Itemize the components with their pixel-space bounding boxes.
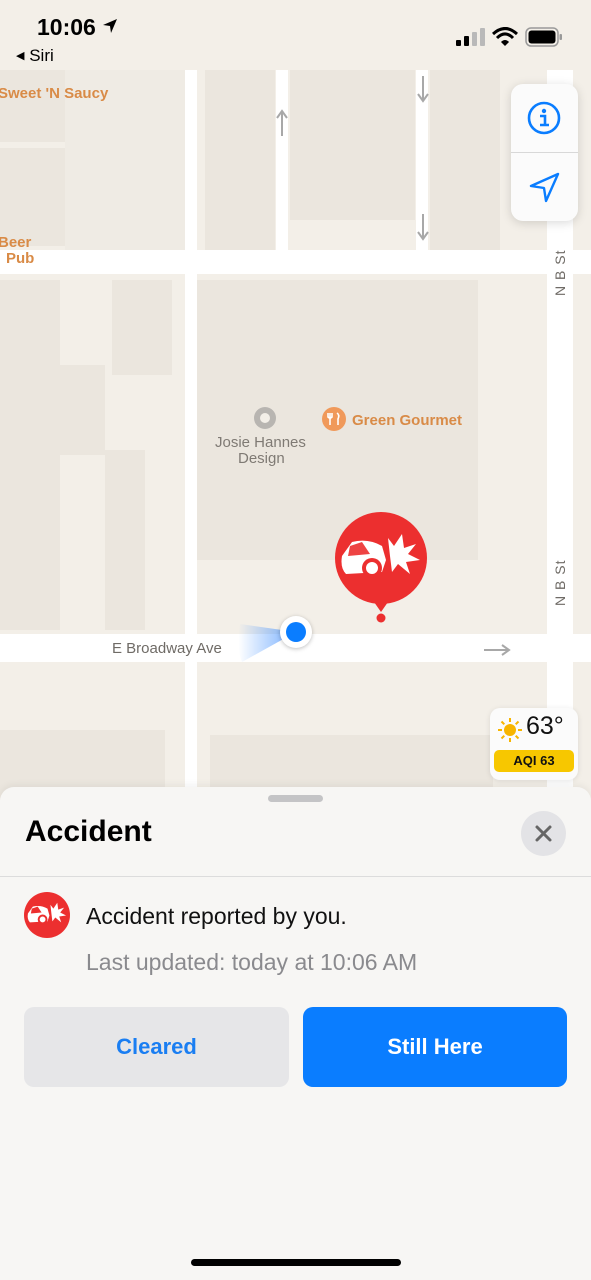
- building-block: [0, 70, 65, 142]
- locate-button[interactable]: [511, 153, 578, 221]
- poi-josie-hannes-line2[interactable]: Design: [238, 450, 285, 467]
- road: [276, 70, 288, 250]
- weather-widget[interactable]: 63° AQI 63: [490, 708, 578, 780]
- road: [185, 70, 197, 800]
- sheet-title: Accident: [25, 815, 152, 848]
- close-icon: [535, 825, 552, 842]
- building-block: [105, 450, 145, 630]
- status-time: 10:06: [37, 14, 118, 41]
- accident-icon: [24, 892, 70, 938]
- aqi-badge: AQI 63: [494, 750, 574, 772]
- back-label: Siri: [29, 46, 54, 65]
- info-icon: [527, 101, 561, 135]
- one-way-arrow-icon: [417, 76, 429, 103]
- time-text: 10:06: [37, 14, 96, 40]
- one-way-arrow-icon: [484, 644, 511, 656]
- accident-pin[interactable]: [334, 512, 428, 624]
- still-here-button[interactable]: Still Here: [303, 1007, 567, 1087]
- poi-josie-hannes-line1[interactable]: Josie Hannes: [215, 434, 306, 451]
- street-label-n-b-st: N B St: [552, 559, 568, 606]
- sheet-grabber[interactable]: [268, 795, 323, 802]
- accident-sheet: Accident Accident reported by you. Last …: [0, 787, 591, 1280]
- location-services-icon: [103, 19, 118, 33]
- poi-beer-pub-line1[interactable]: Beer: [0, 234, 31, 251]
- report-text: Accident reported by you.: [86, 903, 347, 929]
- battery-icon: [525, 27, 562, 47]
- poi-beer-pub-line2[interactable]: Pub: [6, 250, 34, 267]
- building-block: [60, 365, 105, 455]
- cleared-button[interactable]: Cleared: [24, 1007, 289, 1087]
- building-block: [205, 70, 275, 250]
- location-arrow-icon: [529, 172, 560, 203]
- sun-icon: [498, 718, 522, 742]
- wifi-icon: [492, 27, 518, 46]
- back-triangle-icon: ◀: [16, 50, 25, 62]
- divider: [0, 876, 591, 877]
- place-marker-icon[interactable]: [254, 407, 276, 429]
- restaurant-icon[interactable]: [322, 407, 346, 431]
- one-way-arrow-icon: [417, 214, 429, 241]
- one-way-arrow-icon: [276, 109, 288, 136]
- info-button[interactable]: [511, 84, 578, 152]
- user-location-dot[interactable]: [280, 616, 312, 648]
- poi-sweet-n-saucy[interactable]: Sweet 'N Saucy: [0, 85, 108, 102]
- back-to-siri[interactable]: ◀ Siri: [16, 46, 54, 66]
- map-controls: [511, 84, 578, 221]
- poi-green-gourmet[interactable]: Green Gourmet: [352, 412, 462, 429]
- street-label-e-broadway: E Broadway Ave: [112, 640, 222, 657]
- street-label-n-b-st: N B St: [552, 249, 568, 296]
- map-view[interactable]: Sweet 'N Saucy Beer Pub Green Gourmet Jo…: [0, 0, 591, 800]
- building-block: [0, 280, 60, 630]
- road: [0, 250, 591, 274]
- close-button[interactable]: [521, 811, 566, 856]
- building-block: [430, 70, 500, 250]
- temperature: 63°: [526, 712, 564, 740]
- cellular-signal-icon: [456, 28, 485, 46]
- building-block: [112, 280, 172, 375]
- last-updated-text: Last updated: today at 10:06 AM: [86, 949, 418, 975]
- status-bar: 10:06 ◀ Siri: [0, 0, 591, 70]
- home-indicator[interactable]: [191, 1259, 401, 1266]
- building-block: [290, 70, 415, 220]
